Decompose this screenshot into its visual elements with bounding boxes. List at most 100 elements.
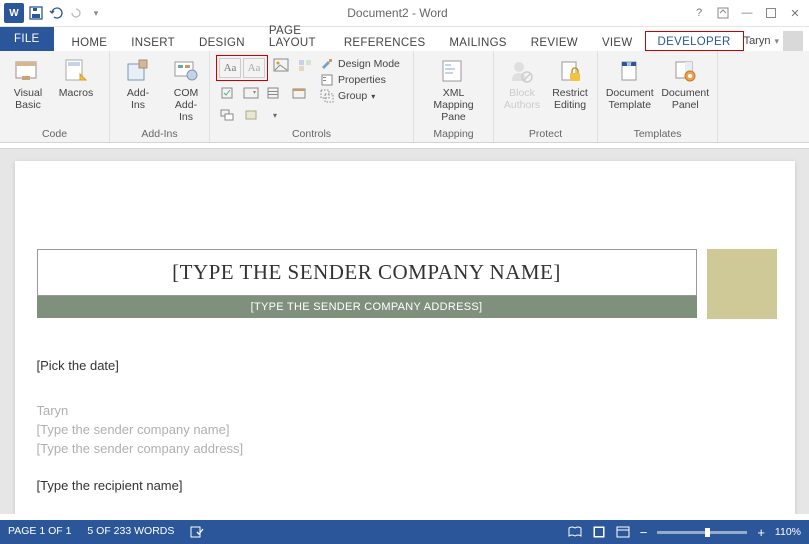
design-mode-button[interactable]: Design Mode	[320, 57, 400, 71]
group-controls-label: Controls	[216, 126, 407, 140]
visual-basic-label: Visual Basic	[14, 87, 42, 111]
save-icon[interactable]	[28, 5, 44, 21]
picture-control-icon[interactable]	[270, 55, 292, 75]
minimize-icon[interactable]: —	[739, 5, 755, 21]
maximize-icon[interactable]	[763, 5, 779, 21]
status-page[interactable]: PAGE 1 OF 1	[8, 525, 71, 539]
page: [TYPE THE SENDER COMPANY NAME] [TYPE THE…	[15, 161, 795, 514]
xml-mapping-button[interactable]: XML Mapping Pane	[420, 55, 487, 125]
zoom-out-button[interactable]: −	[640, 525, 648, 540]
status-words[interactable]: 5 OF 233 WORDS	[87, 525, 174, 539]
addins-label: Add-Ins	[120, 87, 156, 111]
document-panel-icon	[670, 57, 700, 85]
document-area[interactable]: [TYPE THE SENDER COMPANY NAME] [TYPE THE…	[0, 149, 809, 514]
com-addins-button[interactable]: COM Add-Ins	[164, 55, 208, 125]
tab-view[interactable]: VIEW	[590, 33, 645, 51]
legacy-dropdown-icon[interactable]: ▾	[264, 105, 286, 125]
help-icon[interactable]: ?	[691, 5, 707, 21]
restrict-editing-button[interactable]: Restrict Editing	[548, 55, 592, 113]
sender-company-name-field[interactable]: [TYPE THE SENDER COMPANY NAME]	[37, 249, 697, 296]
document-panel-label: Document Panel	[661, 87, 709, 111]
tab-mailings[interactable]: MAILINGS	[437, 33, 518, 51]
properties-icon	[320, 73, 334, 87]
sender-company-address-field[interactable]: [TYPE THE SENDER COMPANY ADDRESS]	[37, 296, 697, 318]
content-controls-highlight: Aa Aa	[216, 55, 268, 81]
redo-icon[interactable]	[68, 5, 84, 21]
addins-button[interactable]: Add-Ins	[116, 55, 160, 113]
design-mode-icon	[320, 57, 334, 71]
user-name[interactable]: Taryn	[744, 35, 771, 47]
group-addins-label: Add-Ins	[116, 126, 203, 140]
sender-company-field[interactable]: [Type the sender company name]	[37, 422, 697, 437]
com-addins-icon	[171, 57, 201, 85]
macros-icon	[61, 57, 91, 85]
sender-name[interactable]: Taryn	[37, 403, 697, 418]
tab-design[interactable]: DESIGN	[187, 33, 257, 51]
block-authors-label: Block Authors	[504, 87, 540, 111]
group-mapping-label: Mapping	[420, 126, 487, 140]
tab-file[interactable]: FILE	[0, 27, 54, 51]
svg-text:W: W	[626, 62, 631, 68]
zoom-in-button[interactable]: +	[757, 525, 765, 540]
ribbon-options-icon[interactable]	[715, 5, 731, 21]
rich-text-control-icon[interactable]: Aa	[219, 58, 241, 78]
word-app-icon: W	[4, 3, 24, 23]
user-menu-chevron-icon[interactable]: ▾	[774, 36, 779, 47]
window-title: Document2 - Word	[104, 6, 691, 20]
print-layout-icon[interactable]	[592, 525, 606, 539]
qat-more-icon[interactable]: ▾	[88, 5, 104, 21]
group-label: Group	[338, 90, 367, 102]
zoom-slider[interactable]	[657, 531, 747, 534]
xml-mapping-label: XML Mapping Pane	[424, 87, 483, 123]
macros-button[interactable]: Macros	[54, 55, 98, 101]
group-code-label: Code	[6, 126, 103, 140]
visual-basic-button[interactable]: Visual Basic	[6, 55, 50, 113]
group-button[interactable]: Group ▾	[320, 89, 400, 103]
combo-box-control-icon[interactable]	[240, 83, 262, 103]
tab-review[interactable]: REVIEW	[519, 33, 590, 51]
group-icon	[320, 89, 334, 103]
close-icon[interactable]: ✕	[787, 5, 803, 21]
macros-label: Macros	[59, 87, 93, 99]
repeating-control-icon[interactable]	[216, 105, 238, 125]
accent-box	[707, 249, 777, 319]
document-template-icon: W	[615, 57, 645, 85]
properties-label: Properties	[338, 74, 386, 86]
group-templates-label: Templates	[604, 126, 711, 140]
addins-icon	[123, 57, 153, 85]
document-panel-button[interactable]: Document Panel	[660, 55, 712, 113]
undo-icon[interactable]	[48, 5, 64, 21]
recipient-name-field[interactable]: [Type the recipient name]	[37, 478, 697, 493]
avatar[interactable]	[783, 31, 803, 51]
proofing-icon[interactable]	[190, 525, 204, 539]
visual-basic-icon	[13, 57, 43, 85]
tab-home[interactable]: HOME	[60, 33, 120, 51]
block-authors-button[interactable]: Block Authors	[500, 55, 544, 113]
pick-date-field[interactable]: [Pick the date]	[37, 358, 697, 373]
tab-developer[interactable]: DEVELOPER	[645, 31, 744, 51]
tab-insert[interactable]: INSERT	[119, 33, 187, 51]
checkbox-control-icon[interactable]	[216, 83, 238, 103]
web-layout-icon[interactable]	[616, 525, 630, 539]
dropdown-control-icon[interactable]	[264, 83, 286, 103]
document-template-button[interactable]: W Document Template	[604, 55, 656, 113]
group-protect-label: Protect	[500, 126, 591, 140]
design-mode-label: Design Mode	[338, 58, 400, 70]
tab-page-layout[interactable]: PAGE LAYOUT	[257, 21, 332, 51]
restrict-editing-icon	[555, 57, 585, 85]
tab-references[interactable]: REFERENCES	[332, 33, 438, 51]
plain-text-control-icon[interactable]: Aa	[243, 58, 265, 78]
com-addins-label: COM Add-Ins	[168, 87, 204, 123]
restrict-editing-label: Restrict Editing	[552, 87, 588, 111]
legacy-tools-icon[interactable]	[240, 105, 262, 125]
block-authors-icon	[507, 57, 537, 85]
date-picker-control-icon[interactable]	[288, 83, 310, 103]
group-chevron-icon: ▾	[371, 92, 375, 101]
sender-address-field[interactable]: [Type the sender company address]	[37, 441, 697, 456]
document-template-label: Document Template	[606, 87, 654, 111]
building-block-control-icon[interactable]	[294, 55, 316, 75]
xml-mapping-icon	[439, 57, 469, 85]
properties-button[interactable]: Properties	[320, 73, 400, 87]
read-mode-icon[interactable]	[568, 525, 582, 539]
zoom-level[interactable]: 110%	[775, 526, 801, 538]
